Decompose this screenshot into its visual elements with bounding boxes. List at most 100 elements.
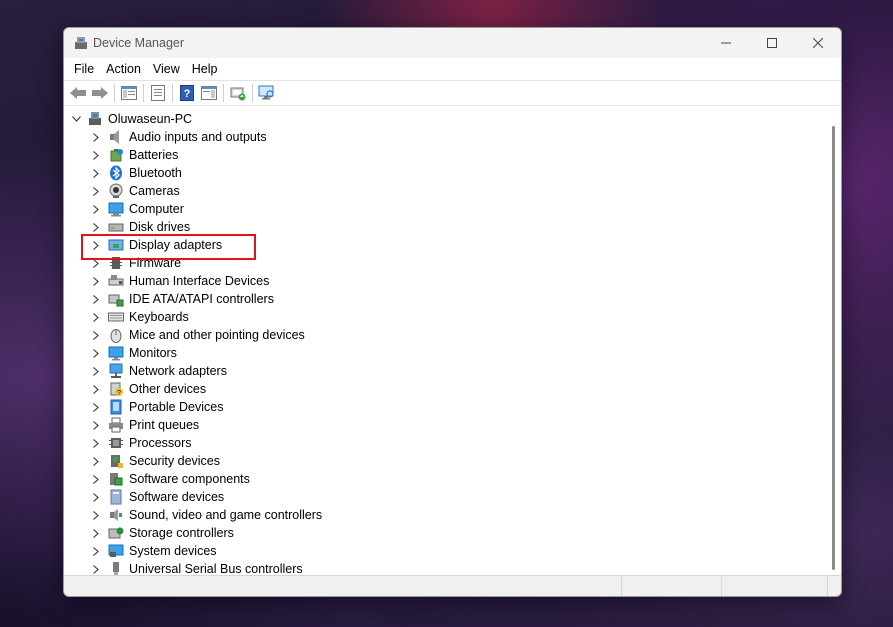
tree-item-label: System devices	[129, 544, 217, 558]
chevron-right-icon[interactable]	[90, 131, 102, 143]
chevron-right-icon[interactable]	[90, 401, 102, 413]
tree-item-label: Bluetooth	[129, 166, 182, 180]
tree-root-label: Oluwaseun-PC	[108, 112, 193, 126]
tree-item[interactable]: Human Interface Devices	[90, 272, 269, 290]
tree-item[interactable]: Storage controllers	[90, 524, 234, 542]
menu-help[interactable]: Help	[186, 58, 224, 80]
tree-item[interactable]: Portable Devices	[90, 398, 224, 416]
device-tree: Oluwaseun-PC Audio inputs and outputs Bat…	[64, 108, 830, 575]
back-button[interactable]	[67, 82, 89, 104]
status-cell-tertiary	[722, 576, 828, 596]
chevron-right-icon[interactable]	[90, 419, 102, 431]
highlight-box	[81, 234, 256, 260]
tree-item[interactable]: Bluetooth	[90, 164, 182, 182]
tree-item-label: Mice and other pointing devices	[129, 328, 305, 342]
chevron-right-icon[interactable]	[90, 509, 102, 521]
tree-item[interactable]: Monitors	[90, 344, 177, 362]
help-button[interactable]: ?	[176, 82, 198, 104]
tree-item[interactable]: Security devices	[90, 452, 220, 470]
close-button[interactable]	[795, 28, 841, 58]
scrollbar-thumb[interactable]	[832, 126, 835, 570]
toolbar-separator	[223, 84, 224, 102]
status-cell-secondary	[622, 576, 722, 596]
menu-view[interactable]: View	[147, 58, 186, 80]
chevron-right-icon[interactable]	[90, 437, 102, 449]
update-driver-button[interactable]	[227, 82, 249, 104]
tree-item-label: Audio inputs and outputs	[129, 130, 267, 144]
ide-controller-icon	[108, 291, 124, 307]
bluetooth-icon	[108, 165, 124, 181]
minimize-button[interactable]	[703, 28, 749, 58]
toolbar-separator	[114, 84, 115, 102]
hid-icon	[108, 273, 124, 289]
chevron-right-icon[interactable]	[90, 221, 102, 233]
maximize-icon	[767, 38, 777, 48]
tree-item[interactable]: Computer	[90, 200, 184, 218]
chevron-right-icon[interactable]	[90, 329, 102, 341]
tree-item-label: Software components	[129, 472, 250, 486]
forward-button[interactable]	[89, 82, 111, 104]
chevron-right-icon[interactable]	[90, 383, 102, 395]
chevron-right-icon[interactable]	[90, 185, 102, 197]
show-hide-console-tree-button[interactable]	[118, 82, 140, 104]
speaker-icon	[108, 129, 124, 145]
chevron-right-icon[interactable]	[90, 275, 102, 287]
usb-icon	[108, 561, 124, 575]
tree-item[interactable]: Universal Serial Bus controllers	[90, 560, 303, 575]
maximize-button[interactable]	[749, 28, 795, 58]
chevron-down-icon[interactable]	[70, 113, 82, 125]
tree-item[interactable]: Network adapters	[90, 362, 227, 380]
vertical-scrollbar[interactable]	[827, 108, 841, 575]
tree-item[interactable]: IDE ATA/ATAPI controllers	[90, 290, 274, 308]
computer-root-icon	[87, 111, 103, 127]
monitor-icon	[108, 345, 124, 361]
action-pane-icon	[201, 86, 217, 100]
toolbar: ?	[64, 80, 841, 106]
tree-item-label: Human Interface Devices	[129, 274, 270, 288]
tree-item-label: Disk drives	[129, 220, 191, 234]
chevron-right-icon[interactable]	[90, 311, 102, 323]
tree-item[interactable]: Cameras	[90, 182, 180, 200]
tree-item[interactable]: Processors	[90, 434, 192, 452]
chevron-right-icon[interactable]	[90, 347, 102, 359]
chevron-right-icon[interactable]	[90, 473, 102, 485]
tree-item[interactable]: Software components	[90, 470, 250, 488]
chevron-right-icon[interactable]	[90, 563, 102, 575]
tree-item[interactable]: Audio inputs and outputs	[90, 128, 267, 146]
tree-item[interactable]: Print queues	[90, 416, 199, 434]
console-tree-icon	[121, 86, 137, 100]
tree-item[interactable]: Mice and other pointing devices	[90, 326, 305, 344]
properties-button[interactable]	[147, 82, 169, 104]
menu-action[interactable]: Action	[100, 58, 147, 80]
tree-item[interactable]: Keyboards	[90, 308, 189, 326]
minimize-icon	[721, 42, 731, 44]
menu-file[interactable]: File	[68, 58, 100, 80]
toolbar-separator	[143, 84, 144, 102]
battery-icon	[108, 147, 124, 163]
tree-item[interactable]: Software devices	[90, 488, 224, 506]
chevron-right-icon[interactable]	[90, 491, 102, 503]
chevron-right-icon[interactable]	[90, 167, 102, 179]
chevron-right-icon[interactable]	[90, 365, 102, 377]
chevron-right-icon[interactable]	[90, 203, 102, 215]
tree-root[interactable]: Oluwaseun-PC	[70, 110, 192, 128]
tree-item[interactable]: Batteries	[90, 146, 178, 164]
printer-icon	[108, 417, 124, 433]
chevron-right-icon[interactable]	[90, 293, 102, 305]
chevron-right-icon[interactable]	[90, 545, 102, 557]
chevron-right-icon[interactable]	[90, 455, 102, 467]
status-bar	[64, 575, 841, 596]
processor-icon	[108, 435, 124, 451]
tree-item[interactable]: Sound, video and game controllers	[90, 506, 322, 524]
window-title: Device Manager	[93, 36, 185, 50]
action-pane-button[interactable]	[198, 82, 220, 104]
scan-hardware-button[interactable]	[256, 82, 278, 104]
chevron-right-icon[interactable]	[90, 149, 102, 161]
title-bar[interactable]: Device Manager	[64, 28, 841, 58]
tree-item-label: Universal Serial Bus controllers	[129, 562, 303, 575]
tree-item[interactable]: System devices	[90, 542, 217, 560]
chevron-right-icon[interactable]	[90, 527, 102, 539]
tree-item[interactable]: ? Other devices	[90, 380, 206, 398]
menu-bar: File Action View Help	[64, 58, 841, 80]
svg-text:?: ?	[184, 88, 191, 100]
